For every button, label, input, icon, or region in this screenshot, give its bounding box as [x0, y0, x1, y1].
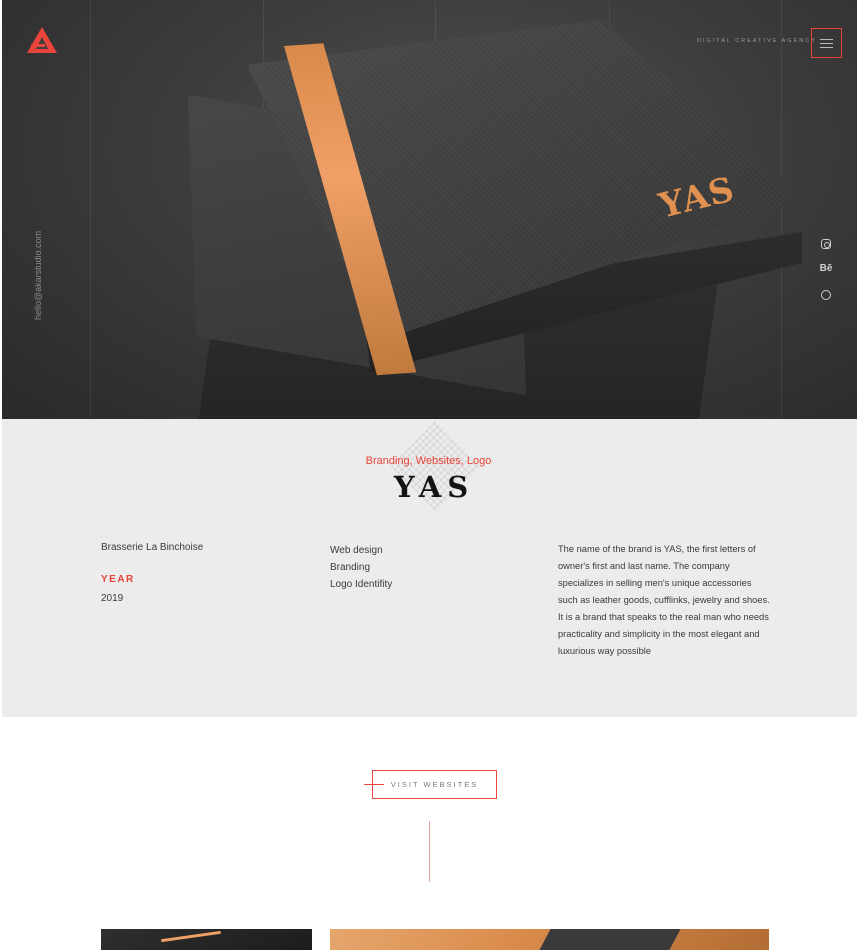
service-item: Web design — [330, 545, 383, 556]
grid-line — [90, 0, 91, 419]
menu-bar — [820, 42, 833, 44]
year-value: 2019 — [101, 593, 124, 604]
instagram-icon — [821, 239, 831, 249]
menu-button[interactable] — [811, 28, 842, 58]
gallery-image[interactable] — [101, 929, 312, 950]
services-list: Web design Branding Logo Identifity — [330, 542, 392, 593]
service-item: Logo Identifity — [330, 579, 393, 590]
behance-link[interactable]: Bē — [817, 263, 835, 274]
gallery-shape — [539, 929, 681, 950]
service-item: Branding — [330, 562, 371, 573]
gallery-image[interactable] — [330, 929, 769, 950]
project-description: The name of the brand is YAS, the first … — [558, 544, 770, 656]
menu-bar — [820, 38, 833, 40]
hero-section: YAS — [2, 0, 857, 419]
client-name: Brasserie La Binchoise — [101, 542, 204, 553]
divider-line — [429, 821, 430, 882]
project-title: YAS — [393, 470, 475, 504]
visit-websites-button[interactable]: VISIT WEBSITES — [372, 770, 497, 799]
grid-line — [781, 0, 782, 419]
agency-label: DIGITAL CREATIVE AGENCY — [697, 38, 817, 44]
dribbble-icon — [821, 290, 831, 300]
gallery-accent — [161, 930, 221, 943]
instagram-link[interactable] — [817, 236, 835, 254]
project-tags: Branding, Websites, Logo — [365, 455, 492, 467]
studio-logo-icon[interactable] — [27, 27, 57, 53]
dribbble-link[interactable] — [817, 287, 835, 305]
menu-bar — [820, 46, 833, 48]
year-label: YEAR — [101, 574, 135, 585]
contact-email-link[interactable]: hello@akarstudio.com — [33, 231, 43, 320]
